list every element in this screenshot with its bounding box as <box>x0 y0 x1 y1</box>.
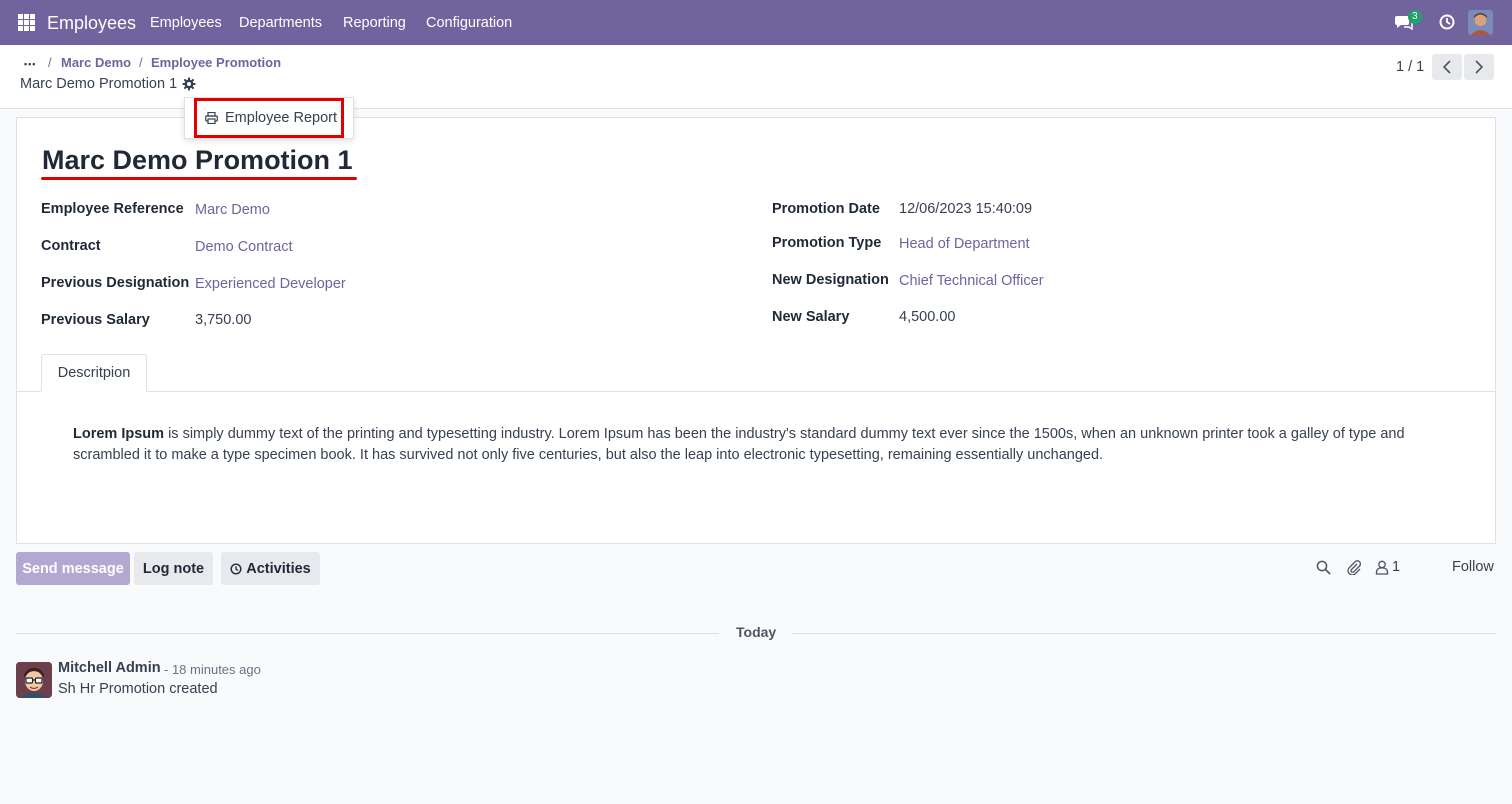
user-avatar[interactable] <box>1468 10 1493 35</box>
new-designation-label: New Designation <box>772 272 889 288</box>
top-navbar: Employees Employees Departments Reportin… <box>0 0 1512 45</box>
gear-icon[interactable] <box>182 77 196 91</box>
breadcrumb-current-record: Marc Demo Promotion 1 <box>20 76 178 92</box>
promotion-type-label: Promotion Type <box>772 235 882 251</box>
form-sheet: Marc Demo Promotion 1 Employee Reference… <box>16 117 1496 544</box>
printer-icon <box>205 112 218 124</box>
pager-previous-button[interactable] <box>1432 54 1462 80</box>
app-name[interactable]: Employees <box>47 13 136 34</box>
chevron-right-icon <box>1475 60 1484 74</box>
pager-value[interactable]: 1 / 1 <box>1396 59 1424 75</box>
new-designation-field[interactable]: Chief Technical Officer <box>899 273 1044 289</box>
title-highlight-underline <box>41 177 357 180</box>
promotion-date-field[interactable]: 12/06/2023 15:40:09 <box>899 201 1032 217</box>
pager-next-button[interactable] <box>1464 54 1494 80</box>
follower-count[interactable]: 1 <box>1392 559 1400 575</box>
nav-employees[interactable]: Employees <box>150 15 222 31</box>
employee-reference-label: Employee Reference <box>41 201 184 217</box>
description-bold: Lorem Ipsum <box>73 426 165 442</box>
log-note-button[interactable]: Log note <box>134 552 213 585</box>
chevron-left-icon <box>1442 60 1451 74</box>
contract-label: Contract <box>41 238 101 254</box>
breadcrumb-marc-demo[interactable]: Marc Demo <box>61 55 131 70</box>
message-author[interactable]: Mitchell Admin <box>58 660 161 676</box>
message-time: - 18 minutes ago <box>164 662 261 677</box>
follow-button[interactable]: Follow <box>1452 559 1494 575</box>
nav-configuration[interactable]: Configuration <box>426 15 512 31</box>
paperclip-icon[interactable] <box>1346 559 1362 575</box>
tab-description[interactable]: Descritpion <box>41 354 147 392</box>
tab-divider <box>17 391 1495 392</box>
record-title[interactable]: Marc Demo Promotion 1 <box>42 145 353 176</box>
clock-icon <box>230 562 242 575</box>
promotion-date-label: Promotion Date <box>772 201 880 217</box>
activity-clock-icon[interactable] <box>1439 14 1455 30</box>
date-separator-label: Today <box>736 624 777 640</box>
previous-designation-field[interactable]: Experienced Developer <box>195 276 346 292</box>
previous-designation-label: Previous Designation <box>41 275 190 291</box>
promotion-type-field[interactable]: Head of Department <box>899 236 1030 252</box>
contract-field[interactable]: Demo Contract <box>195 239 293 255</box>
message-author-avatar[interactable] <box>16 662 52 698</box>
previous-salary-label: Previous Salary <box>41 312 150 328</box>
employee-report-menu-item[interactable]: Employee Report <box>194 98 344 138</box>
description-text: is simply dummy text of the printing and… <box>73 426 1405 463</box>
breadcrumb-separator: / <box>139 55 143 70</box>
new-salary-label: New Salary <box>772 309 850 325</box>
employee-report-label: Employee Report <box>225 110 338 126</box>
search-icon[interactable] <box>1316 560 1331 575</box>
message-body: Sh Hr Promotion created <box>58 681 218 697</box>
breadcrumb-more-button[interactable]: ••• <box>24 59 36 69</box>
date-divider-left <box>16 633 719 634</box>
previous-salary-field[interactable]: 3,750.00 <box>195 312 251 328</box>
action-dropdown: Employee Report <box>184 97 354 139</box>
breadcrumb-employee-promotion[interactable]: Employee Promotion <box>151 55 281 70</box>
breadcrumb-separator: / <box>48 55 52 70</box>
activities-button[interactable]: Activities <box>221 552 320 585</box>
apps-menu-icon[interactable] <box>18 14 35 31</box>
chat-badge: 3 <box>1408 10 1422 24</box>
activities-label: Activities <box>246 560 311 577</box>
new-salary-field[interactable]: 4,500.00 <box>899 309 955 325</box>
nav-reporting[interactable]: Reporting <box>343 15 406 31</box>
followers-user-icon[interactable] <box>1375 560 1389 575</box>
date-divider-right <box>792 633 1496 634</box>
send-message-button[interactable]: Send message <box>16 552 130 585</box>
nav-departments[interactable]: Departments <box>239 15 322 31</box>
description-content[interactable]: Lorem Ipsum is simply dummy text of the … <box>73 424 1413 466</box>
employee-reference-field[interactable]: Marc Demo <box>195 202 270 218</box>
